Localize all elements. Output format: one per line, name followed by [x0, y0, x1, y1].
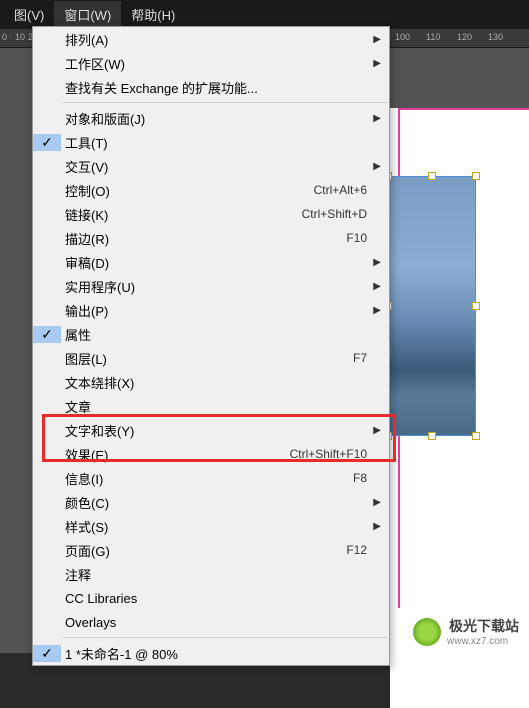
menu-item-label: 文字和表(Y)	[61, 421, 367, 440]
menu-item[interactable]: 文字和表(Y)▶	[33, 418, 389, 442]
menubar: 图(V) 窗口(W) 帮助(H)	[0, 0, 529, 28]
menu-window[interactable]: 窗口(W)	[54, 1, 121, 28]
menu-shortcut: Ctrl+Shift+F10	[270, 447, 367, 461]
menu-item-label: 实用程序(U)	[61, 277, 367, 296]
menu-item[interactable]: ✓ 属性	[33, 322, 389, 346]
menu-item-label: 效果(E)	[61, 445, 270, 464]
menu-item-label: 样式(S)	[61, 517, 367, 536]
submenu-arrow-icon: ▶	[367, 161, 381, 172]
menu-item-label: CC Libraries	[61, 591, 367, 606]
menu-item-label: 属性	[61, 325, 367, 344]
menu-item[interactable]: 效果(E)Ctrl+Shift+F10	[33, 442, 389, 466]
menu-item[interactable]: 注释	[33, 562, 389, 586]
menu-item[interactable]: ✓ 工具(T)	[33, 130, 389, 154]
menu-item-label: 链接(K)	[61, 205, 282, 224]
menu-item[interactable]: ✓ 1 *未命名-1 @ 80%	[33, 641, 389, 665]
menu-item-label: 查找有关 Exchange 的扩展功能...	[61, 78, 367, 97]
menu-item[interactable]: 审稿(D)▶	[33, 250, 389, 274]
menu-view[interactable]: 图(V)	[4, 1, 54, 28]
menu-item[interactable]: 文章	[33, 394, 389, 418]
menu-item[interactable]: 交互(V)▶	[33, 154, 389, 178]
ruler-tick: 10	[15, 32, 25, 42]
menu-shortcut: F10	[326, 231, 367, 245]
watermark-url: www.xz7.com	[447, 636, 521, 647]
menu-item[interactable]: 图层(L)F7	[33, 346, 389, 370]
watermark-name: 极光下载站	[447, 616, 521, 636]
menu-item[interactable]: 链接(K)Ctrl+Shift+D	[33, 202, 389, 226]
check-icon: ✓	[41, 326, 53, 343]
ruler-tick: 110	[426, 32, 440, 42]
menu-item-label: 颜色(C)	[61, 493, 367, 512]
menu-check-gutter: ✓	[33, 326, 61, 343]
menu-item-label: 注释	[61, 565, 367, 584]
menu-item[interactable]: CC Libraries	[33, 586, 389, 610]
ruler-tick: 0	[2, 32, 7, 42]
menu-separator	[63, 637, 387, 638]
window-menu-dropdown: 排列(A)▶工作区(W)▶查找有关 Exchange 的扩展功能...对象和版面…	[32, 26, 390, 666]
menu-shortcut: F8	[333, 471, 367, 485]
resize-handle[interactable]	[428, 172, 436, 180]
menu-item-label: 信息(I)	[61, 469, 333, 488]
submenu-arrow-icon: ▶	[367, 425, 381, 436]
menu-item-label: 工具(T)	[61, 133, 367, 152]
watermark: 极光下载站 www.xz7.com	[413, 616, 521, 647]
menu-item-label: 输出(P)	[61, 301, 367, 320]
menu-item[interactable]: 控制(O)Ctrl+Alt+6	[33, 178, 389, 202]
menu-separator	[63, 102, 387, 103]
menu-check-gutter: ✓	[33, 134, 61, 151]
menu-item[interactable]: 页面(G)F12	[33, 538, 389, 562]
menu-shortcut: F12	[326, 543, 367, 557]
menu-item-label: 图层(L)	[61, 349, 333, 368]
ruler-tick: 120	[457, 32, 472, 42]
submenu-arrow-icon: ▶	[367, 34, 381, 45]
menu-item[interactable]: 工作区(W)▶	[33, 51, 389, 75]
resize-handle[interactable]	[472, 172, 480, 180]
menu-item-label: 交互(V)	[61, 157, 367, 176]
submenu-arrow-icon: ▶	[367, 113, 381, 124]
submenu-arrow-icon: ▶	[367, 281, 381, 292]
ruler-tick: 100	[395, 32, 410, 42]
menu-item[interactable]: 查找有关 Exchange 的扩展功能...	[33, 75, 389, 99]
submenu-arrow-icon: ▶	[367, 497, 381, 508]
menu-check-gutter: ✓	[33, 645, 61, 662]
menu-item[interactable]: 信息(I)F8	[33, 466, 389, 490]
menu-item[interactable]: 颜色(C)▶	[33, 490, 389, 514]
menu-item-label: Overlays	[61, 615, 367, 630]
menu-item-label: 对象和版面(J)	[61, 109, 367, 128]
menu-item-label: 审稿(D)	[61, 253, 367, 272]
menu-item-label: 描边(R)	[61, 229, 326, 248]
menu-item-label: 控制(O)	[61, 181, 294, 200]
menu-help[interactable]: 帮助(H)	[121, 1, 185, 28]
submenu-arrow-icon: ▶	[367, 305, 381, 316]
menu-item-label: 1 *未命名-1 @ 80%	[61, 644, 367, 663]
menu-shortcut: Ctrl+Shift+D	[282, 207, 367, 221]
menu-item[interactable]: 样式(S)▶	[33, 514, 389, 538]
resize-handle[interactable]	[472, 302, 480, 310]
menu-shortcut: F7	[333, 351, 367, 365]
check-icon: ✓	[41, 134, 53, 151]
submenu-arrow-icon: ▶	[367, 257, 381, 268]
selected-image-frame[interactable]	[388, 176, 476, 436]
submenu-arrow-icon: ▶	[367, 521, 381, 532]
watermark-logo-icon	[413, 618, 441, 646]
menu-item[interactable]: 文本绕排(X)	[33, 370, 389, 394]
menu-item-label: 页面(G)	[61, 541, 326, 560]
menu-item-label: 排列(A)	[61, 30, 367, 49]
menu-item[interactable]: 输出(P)▶	[33, 298, 389, 322]
resize-handle[interactable]	[472, 432, 480, 440]
menu-item-label: 文章	[61, 397, 367, 416]
submenu-arrow-icon: ▶	[367, 58, 381, 69]
resize-handle[interactable]	[428, 432, 436, 440]
menu-item-label: 工作区(W)	[61, 54, 367, 73]
menu-item[interactable]: 描边(R)F10	[33, 226, 389, 250]
menu-item[interactable]: 排列(A)▶	[33, 27, 389, 51]
check-icon: ✓	[41, 645, 53, 662]
ruler-tick: 130	[488, 32, 503, 42]
menu-item-label: 文本绕排(X)	[61, 373, 367, 392]
menu-item[interactable]: 对象和版面(J)▶	[33, 106, 389, 130]
menu-item[interactable]: 实用程序(U)▶	[33, 274, 389, 298]
menu-item[interactable]: Overlays	[33, 610, 389, 634]
menu-shortcut: Ctrl+Alt+6	[294, 183, 367, 197]
